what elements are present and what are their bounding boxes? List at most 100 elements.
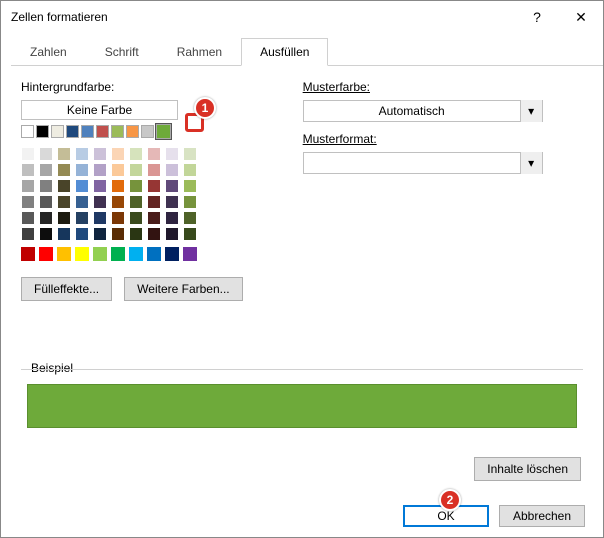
color-swatch[interactable] (75, 247, 89, 261)
color-swatch[interactable] (36, 125, 49, 138)
color-swatch[interactable] (183, 163, 197, 177)
tab-rahmen[interactable]: Rahmen (158, 38, 241, 66)
color-swatch[interactable] (75, 211, 89, 225)
pattern-style-select[interactable]: ▾ (303, 152, 543, 174)
color-swatch[interactable] (81, 125, 94, 138)
color-swatch[interactable] (93, 163, 107, 177)
color-swatch[interactable] (93, 179, 107, 193)
color-swatch[interactable] (21, 163, 35, 177)
color-swatch[interactable] (57, 247, 71, 261)
color-swatch[interactable] (39, 163, 53, 177)
color-swatch[interactable] (21, 179, 35, 193)
color-swatch[interactable] (183, 247, 197, 261)
color-swatch[interactable] (147, 195, 161, 209)
color-swatch[interactable] (183, 211, 197, 225)
color-swatch[interactable] (111, 163, 125, 177)
color-swatch[interactable] (129, 247, 143, 261)
color-swatch[interactable] (57, 147, 71, 161)
color-swatch[interactable] (165, 211, 179, 225)
pattern-color-value: Automatisch (304, 104, 520, 118)
more-colors-button[interactable]: Weitere Farben... (124, 277, 242, 301)
color-swatch[interactable] (57, 195, 71, 209)
color-swatch[interactable] (165, 147, 179, 161)
color-swatch[interactable] (147, 211, 161, 225)
color-swatch[interactable] (75, 227, 89, 241)
color-swatch[interactable] (126, 125, 139, 138)
color-swatch[interactable] (93, 195, 107, 209)
color-swatch[interactable] (21, 227, 35, 241)
color-swatch[interactable] (111, 195, 125, 209)
color-swatch[interactable] (183, 179, 197, 193)
color-swatch[interactable] (129, 163, 143, 177)
color-swatch[interactable] (39, 247, 53, 261)
color-swatch[interactable] (93, 247, 107, 261)
color-swatch[interactable] (156, 124, 171, 139)
color-swatch[interactable] (165, 195, 179, 209)
color-swatch[interactable] (39, 211, 53, 225)
chevron-down-icon: ▾ (520, 100, 542, 122)
example-swatch (27, 384, 577, 428)
color-swatch[interactable] (147, 147, 161, 161)
color-swatch[interactable] (147, 163, 161, 177)
color-swatch[interactable] (51, 125, 64, 138)
annotation-callout-1: 1 (194, 97, 216, 119)
color-swatch[interactable] (111, 227, 125, 241)
color-swatch[interactable] (165, 179, 179, 193)
color-swatch[interactable] (21, 247, 35, 261)
color-swatch[interactable] (129, 147, 143, 161)
color-swatch[interactable] (93, 227, 107, 241)
color-swatch[interactable] (129, 195, 143, 209)
color-swatch[interactable] (129, 227, 143, 241)
color-swatch[interactable] (21, 147, 35, 161)
color-swatch[interactable] (39, 147, 53, 161)
color-swatch[interactable] (96, 125, 109, 138)
color-swatch[interactable] (183, 195, 197, 209)
color-swatch[interactable] (75, 147, 89, 161)
color-swatch[interactable] (75, 163, 89, 177)
color-swatch[interactable] (183, 147, 197, 161)
color-swatch[interactable] (39, 227, 53, 241)
color-swatch[interactable] (183, 227, 197, 241)
no-color-label: Keine Farbe (67, 103, 132, 117)
color-swatch[interactable] (129, 211, 143, 225)
color-swatch[interactable] (57, 163, 71, 177)
color-swatch[interactable] (93, 147, 107, 161)
close-icon[interactable]: ✕ (559, 2, 603, 32)
color-swatch[interactable] (39, 179, 53, 193)
color-swatch[interactable] (111, 179, 125, 193)
color-swatch[interactable] (21, 195, 35, 209)
background-color-label: Hintergrundfarbe: (21, 80, 243, 94)
fill-effects-button[interactable]: Fülleffekte... (21, 277, 112, 301)
color-swatch[interactable] (111, 247, 125, 261)
color-swatch[interactable] (75, 179, 89, 193)
color-swatch[interactable] (165, 227, 179, 241)
color-swatch[interactable] (111, 211, 125, 225)
tab-schrift[interactable]: Schrift (86, 38, 158, 66)
pattern-color-label: Musterfarbe: (303, 80, 543, 94)
color-swatch[interactable] (147, 227, 161, 241)
color-swatch[interactable] (147, 247, 161, 261)
tab-zahlen[interactable]: Zahlen (11, 38, 86, 66)
color-swatch[interactable] (21, 211, 35, 225)
tab-ausfuellen[interactable]: Ausfüllen (241, 38, 328, 66)
color-swatch[interactable] (111, 125, 124, 138)
color-swatch[interactable] (111, 147, 125, 161)
color-swatch[interactable] (93, 211, 107, 225)
color-swatch[interactable] (165, 163, 179, 177)
no-color-button[interactable]: Keine Farbe (21, 100, 178, 120)
color-swatch[interactable] (147, 179, 161, 193)
cancel-button[interactable]: Abbrechen (499, 505, 585, 527)
help-icon[interactable]: ? (515, 2, 559, 32)
color-swatch[interactable] (57, 179, 71, 193)
color-swatch[interactable] (141, 125, 154, 138)
color-swatch[interactable] (75, 195, 89, 209)
color-swatch[interactable] (57, 211, 71, 225)
color-swatch[interactable] (66, 125, 79, 138)
color-swatch[interactable] (21, 125, 34, 138)
clear-contents-button[interactable]: Inhalte löschen (474, 457, 581, 481)
color-swatch[interactable] (39, 195, 53, 209)
color-swatch[interactable] (165, 247, 179, 261)
color-swatch[interactable] (57, 227, 71, 241)
color-swatch[interactable] (129, 179, 143, 193)
pattern-color-select[interactable]: Automatisch ▾ (303, 100, 543, 122)
